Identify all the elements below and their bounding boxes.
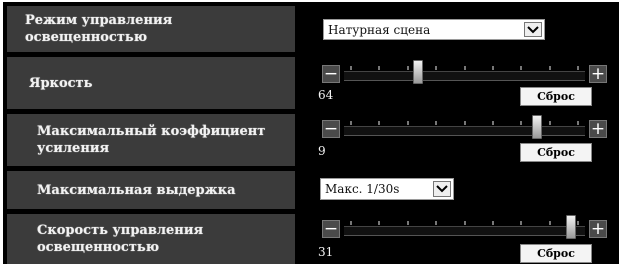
max-gain-slider-thumb[interactable] xyxy=(532,115,542,139)
max-gain-slider: − + 9 Сброс xyxy=(300,114,615,166)
light-control-speed-label: Скорость управления освещенностью xyxy=(7,214,295,264)
light-control-mode-label: Режим управления освещенностью xyxy=(7,6,295,52)
row-light-control-speed: Скорость управления освещенностью − + 31… xyxy=(3,214,619,264)
max-shutter-label: Максимальная выдержка xyxy=(7,171,295,209)
slider-tick xyxy=(520,121,522,125)
slider-tick xyxy=(378,121,380,125)
brightness-slider: − + 64 Сброс xyxy=(300,57,615,109)
slider-tick xyxy=(549,121,551,125)
brightness-slider-thumb[interactable] xyxy=(413,60,423,84)
slider-tick xyxy=(350,66,352,70)
slider-tick xyxy=(435,66,437,70)
slider-tick xyxy=(435,121,437,125)
light-control-mode-select[interactable]: Натурная сцена xyxy=(323,19,545,40)
slider-tick xyxy=(577,221,579,225)
light-control-speed-slider-thumb[interactable] xyxy=(566,215,576,239)
max-gain-plus-button[interactable]: + xyxy=(589,120,607,138)
slider-tick xyxy=(520,66,522,70)
max-shutter-select[interactable]: Макс. 1/30s xyxy=(320,178,454,200)
slider-tick xyxy=(577,121,579,125)
chevron-down-icon[interactable] xyxy=(433,181,451,197)
light-control-speed-slider: − + 31 Сброс xyxy=(300,214,615,264)
slider-tick xyxy=(492,221,494,225)
light-control-speed-reset-button[interactable]: Сброс xyxy=(520,244,592,263)
max-gain-reset-button[interactable]: Сброс xyxy=(520,143,592,162)
slider-tick xyxy=(464,66,466,70)
slider-tick xyxy=(577,66,579,70)
slider-tick xyxy=(549,66,551,70)
slider-tick xyxy=(492,121,494,125)
slider-tick xyxy=(520,221,522,225)
brightness-reset-button[interactable]: Сброс xyxy=(520,87,592,106)
max-gain-value: 9 xyxy=(318,144,326,158)
slider-tick xyxy=(350,121,352,125)
brightness-minus-button[interactable]: − xyxy=(322,65,340,83)
row-light-control-mode: Режим управления освещенностью Натурная … xyxy=(3,6,619,52)
slider-tick xyxy=(464,121,466,125)
light-control-speed-plus-button[interactable]: + xyxy=(589,220,607,238)
row-max-shutter: Максимальная выдержка Макс. 1/30s xyxy=(3,171,619,209)
slider-tick xyxy=(407,66,409,70)
light-control-mode-value: Натурная сцена xyxy=(328,22,431,37)
slider-tick xyxy=(350,221,352,225)
chevron-down-icon[interactable] xyxy=(524,22,542,37)
slider-tick xyxy=(378,221,380,225)
row-brightness: Яркость − + 64 Сброс xyxy=(3,57,619,109)
slider-tick xyxy=(407,221,409,225)
slider-tick xyxy=(407,121,409,125)
light-control-mode-cell: Натурная сцена xyxy=(300,6,615,52)
settings-panel: Режим управления освещенностью Натурная … xyxy=(3,2,619,264)
light-control-speed-minus-button[interactable]: − xyxy=(322,220,340,238)
slider-tick xyxy=(492,66,494,70)
slider-tick xyxy=(549,221,551,225)
max-gain-label: Максимальный коэффициент усиления xyxy=(7,114,295,166)
max-shutter-value: Макс. 1/30s xyxy=(325,182,400,196)
max-gain-track[interactable] xyxy=(344,115,585,139)
brightness-track[interactable] xyxy=(344,60,585,84)
slider-tick xyxy=(378,66,380,70)
max-gain-minus-button[interactable]: − xyxy=(322,120,340,138)
row-max-gain: Максимальный коэффициент усиления − + 9 … xyxy=(3,114,619,166)
slider-tick xyxy=(435,221,437,225)
light-control-speed-track[interactable] xyxy=(344,215,585,239)
brightness-value: 64 xyxy=(318,88,334,102)
max-shutter-cell: Макс. 1/30s xyxy=(300,171,615,209)
brightness-label: Яркость xyxy=(7,57,295,109)
slider-tick xyxy=(464,221,466,225)
light-control-speed-value: 31 xyxy=(318,245,334,259)
brightness-plus-button[interactable]: + xyxy=(589,65,607,83)
